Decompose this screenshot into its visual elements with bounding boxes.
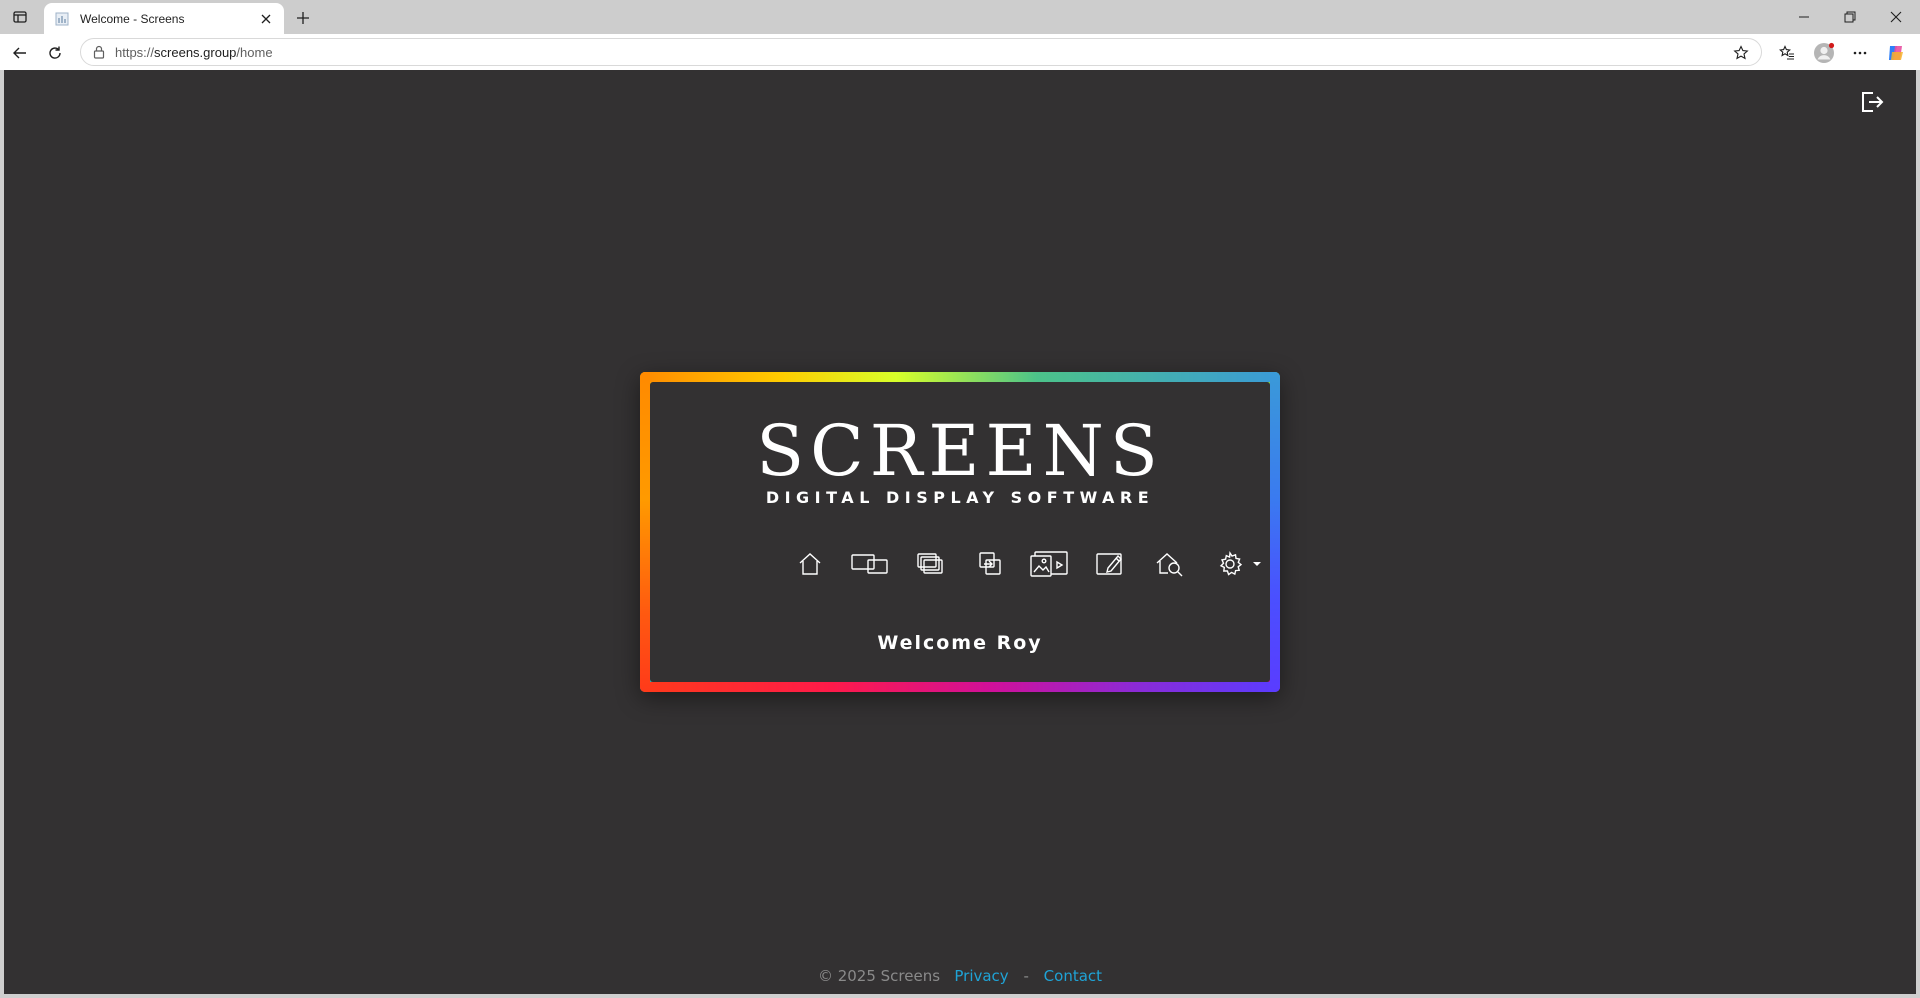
displays-icon[interactable]: [840, 547, 900, 581]
url-text: https://screens.group/home: [115, 44, 273, 60]
close-window-icon[interactable]: [1874, 4, 1918, 30]
address-bar[interactable]: https://screens.group/home: [80, 38, 1762, 66]
footer-copyright: © 2025 Screens: [817, 967, 941, 985]
welcome-card-body: SCREENS DIGITAL DISPLAY SOFTWARE Welcome…: [650, 382, 1270, 682]
welcome-message: Welcome Roy: [877, 632, 1043, 654]
reload-icon[interactable]: [43, 41, 67, 65]
browser-tab-bar: Welcome - Screens: [0, 0, 1920, 34]
tab-close-icon[interactable]: [256, 9, 276, 29]
edit-icon[interactable]: [1080, 547, 1140, 581]
favorites-list-icon[interactable]: [1775, 41, 1799, 65]
page-viewport: SCREENS DIGITAL DISPLAY SOFTWARE Welcome…: [4, 70, 1916, 994]
media-icon[interactable]: [1020, 547, 1080, 581]
welcome-card: SCREENS DIGITAL DISPLAY SOFTWARE Welcome…: [640, 372, 1280, 692]
layers-icon[interactable]: [900, 547, 960, 581]
lock-icon[interactable]: [91, 44, 107, 60]
screens-logo: SCREENS DIGITAL DISPLAY SOFTWARE: [650, 416, 1270, 508]
more-options-icon[interactable]: [1848, 41, 1872, 65]
logout-icon[interactable]: [1858, 88, 1886, 116]
browser-tab-active[interactable]: Welcome - Screens: [44, 3, 284, 34]
page-footer: © 2025 Screens Privacy - Contact: [4, 967, 1916, 985]
restore-icon[interactable]: [1828, 4, 1872, 30]
favorite-star-icon[interactable]: [1731, 43, 1751, 63]
tab-actions-icon[interactable]: [10, 7, 30, 27]
new-tab-plus-icon[interactable]: [291, 6, 315, 30]
settings-dropdown-caret-icon[interactable]: [1250, 557, 1264, 571]
tab-favicon-icon: [54, 11, 70, 27]
search-house-icon[interactable]: [1140, 547, 1200, 581]
minimize-icon[interactable]: [1782, 4, 1826, 30]
back-arrow-icon[interactable]: [8, 41, 32, 65]
main-nav-icons: [780, 547, 1264, 581]
contact-link[interactable]: Contact: [1044, 967, 1102, 985]
profile-avatar[interactable]: [1812, 41, 1836, 65]
card-border-left: [640, 372, 650, 692]
home-icon[interactable]: [780, 547, 840, 581]
swap-icon[interactable]: [960, 547, 1020, 581]
tab-title: Welcome - Screens: [80, 11, 185, 26]
copilot-icon[interactable]: [1884, 41, 1908, 65]
privacy-link[interactable]: Privacy: [954, 967, 1008, 985]
browser-toolbar: https://screens.group/home: [0, 34, 1920, 70]
logo-tagline: DIGITAL DISPLAY SOFTWARE: [765, 488, 1155, 507]
logo-title: SCREENS: [756, 410, 1164, 492]
footer-separator: -: [1023, 967, 1029, 985]
card-border-right: [1270, 372, 1280, 692]
